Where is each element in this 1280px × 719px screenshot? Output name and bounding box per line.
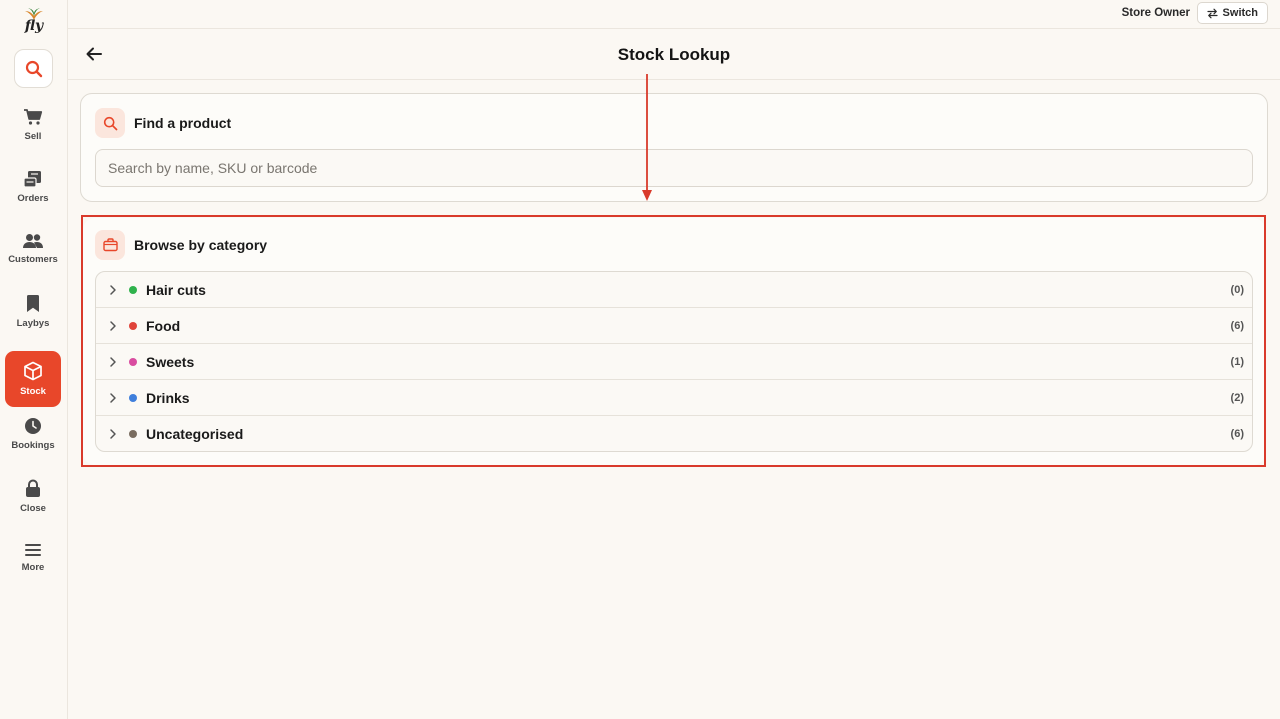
app-logo[interactable]: fly bbox=[0, 7, 68, 34]
category-row-sweets[interactable]: Sweets (1) bbox=[96, 344, 1252, 380]
category-count: (1) bbox=[1230, 356, 1244, 368]
category-row-uncategorised[interactable]: Uncategorised (6) bbox=[96, 416, 1252, 451]
page-header: Stock Lookup bbox=[68, 30, 1280, 80]
find-product-title: Find a product bbox=[134, 115, 232, 131]
category-count: (0) bbox=[1230, 284, 1244, 296]
category-row-hair-cuts[interactable]: Hair cuts (0) bbox=[96, 272, 1252, 308]
chevron-right-icon bbox=[110, 285, 116, 295]
switch-user-button[interactable]: Switch bbox=[1196, 2, 1268, 24]
chevron-right-icon bbox=[110, 393, 116, 403]
category-name: Hair cuts bbox=[146, 282, 206, 298]
category-name: Drinks bbox=[146, 390, 190, 406]
logo-text: fly bbox=[24, 18, 44, 34]
browse-category-icon-badge bbox=[95, 230, 125, 260]
chevron-right-icon bbox=[110, 429, 116, 439]
swap-arrows-icon bbox=[1206, 8, 1218, 18]
category-color-dot bbox=[129, 322, 137, 330]
sidebar-item-label: Close bbox=[20, 502, 46, 514]
clock-icon bbox=[25, 418, 41, 434]
category-color-dot bbox=[129, 430, 137, 438]
cart-icon bbox=[24, 109, 43, 125]
switch-label: Switch bbox=[1222, 7, 1258, 19]
chevron-right-icon bbox=[110, 357, 116, 367]
find-product-icon-badge bbox=[95, 108, 125, 138]
category-list: Hair cuts (0) Food (6) Sweets (1) Drinks… bbox=[95, 271, 1253, 452]
sidebar-item-laybys[interactable]: Laybys bbox=[5, 283, 61, 339]
sidebar-item-label: Customers bbox=[8, 254, 58, 265]
sidebar-item-close[interactable]: Close bbox=[5, 468, 61, 524]
sidebar: fly Sell Orders Customers Laybys Stock B… bbox=[0, 0, 68, 719]
sidebar-item-customers[interactable]: Customers bbox=[5, 221, 61, 277]
folder-icon bbox=[102, 238, 118, 252]
lock-icon bbox=[26, 479, 40, 497]
search-icon bbox=[103, 116, 117, 130]
category-count: (6) bbox=[1230, 320, 1244, 332]
bookmark-icon bbox=[27, 294, 39, 312]
sidebar-item-label: Sell bbox=[24, 131, 42, 142]
product-search-input[interactable] bbox=[95, 149, 1253, 187]
browse-category-title: Browse by category bbox=[134, 237, 268, 253]
top-bar: Store Owner Switch bbox=[68, 0, 1280, 29]
menu-icon bbox=[25, 544, 41, 556]
sidebar-item-label: Orders bbox=[17, 193, 49, 204]
category-count: (2) bbox=[1230, 392, 1244, 404]
box-icon bbox=[24, 361, 42, 381]
sidebar-item-sell[interactable]: Sell bbox=[5, 97, 61, 153]
chevron-right-icon bbox=[110, 321, 116, 331]
sidebar-item-label: Laybys bbox=[16, 317, 50, 329]
receipt-icon bbox=[23, 171, 41, 188]
sidebar-item-label: Bookings bbox=[11, 440, 55, 451]
current-user-name: Store Owner bbox=[1121, 7, 1190, 19]
category-name: Food bbox=[146, 318, 181, 334]
category-row-drinks[interactable]: Drinks (2) bbox=[96, 380, 1252, 416]
category-name: Uncategorised bbox=[146, 426, 244, 442]
sidebar-item-label: Stock bbox=[20, 386, 46, 397]
category-color-dot bbox=[129, 286, 137, 294]
category-count: (6) bbox=[1230, 428, 1244, 440]
sidebar-search-button[interactable] bbox=[14, 49, 53, 88]
sidebar-item-bookings[interactable]: Bookings bbox=[5, 406, 61, 462]
category-color-dot bbox=[129, 394, 137, 402]
category-name: Sweets bbox=[146, 354, 195, 370]
sidebar-item-orders[interactable]: Orders bbox=[5, 159, 61, 215]
sidebar-item-label: More bbox=[21, 562, 45, 573]
search-icon bbox=[25, 60, 42, 77]
people-icon bbox=[23, 234, 43, 248]
sidebar-item-stock[interactable]: Stock bbox=[5, 351, 61, 407]
page-title: Stock Lookup bbox=[617, 45, 731, 64]
category-row-food[interactable]: Food (6) bbox=[96, 308, 1252, 344]
category-color-dot bbox=[129, 358, 137, 366]
sidebar-item-more[interactable]: More bbox=[5, 530, 61, 586]
